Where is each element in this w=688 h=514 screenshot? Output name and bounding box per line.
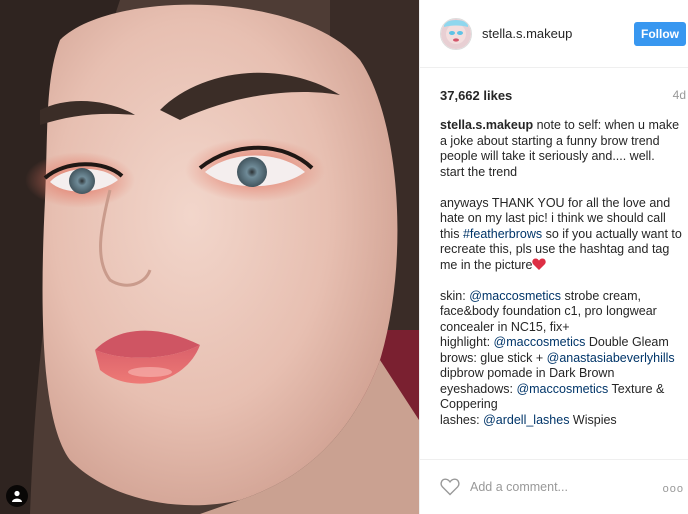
caption-skin: skin: @maccosmetics strobe cream, face&b… — [440, 289, 682, 336]
caption-paragraph-2: anyways THANK YOU for all the love and h… — [440, 196, 682, 274]
skin-label: skin: — [440, 288, 470, 303]
likes-count[interactable]: 37,662 likes — [440, 88, 512, 103]
more-options-icon[interactable]: ooo — [663, 483, 684, 495]
portrait-image — [0, 0, 419, 514]
caption-lashes: lashes: @ardell_lashes Wispies — [440, 413, 682, 429]
caption-brows: brows: glue stick + @anastasiabeverlyhil… — [440, 351, 682, 382]
caption-author-link[interactable]: stella.s.makeup — [440, 118, 533, 132]
tagged-people-button[interactable] — [6, 485, 28, 507]
brows-text: dipbrow pomade in Dark Brown — [440, 366, 615, 380]
likes-row: 37,662 likes 4d — [440, 86, 686, 104]
mention-link[interactable]: @maccosmetics — [516, 382, 608, 396]
comment-row: Add a comment... ooo — [420, 459, 688, 514]
highlight-text: Double Gleam — [585, 335, 669, 349]
comment-input[interactable]: Add a comment... — [470, 480, 688, 494]
mention-link[interactable]: @maccosmetics — [469, 289, 561, 303]
brows-label: brows: glue stick + — [440, 350, 547, 365]
post-header: stella.s.makeup Follow — [420, 0, 688, 68]
caption-paragraph-1: stella.s.makeup note to self: when u mak… — [440, 118, 682, 180]
hashtag-link[interactable]: #featherbrows — [463, 227, 542, 241]
lashes-text: Wispies — [569, 412, 617, 427]
avatar-image — [441, 18, 471, 49]
heart-like-icon[interactable] — [440, 478, 460, 496]
post-side-panel: stella.s.makeup Follow 37,662 likes 4d s… — [419, 0, 688, 514]
highlight-label: highlight: — [440, 335, 494, 349]
follow-button[interactable]: Follow — [634, 22, 686, 46]
mention-link[interactable]: @maccosmetics — [494, 335, 586, 349]
username-link[interactable]: stella.s.makeup — [482, 26, 572, 41]
red-heart-icon — [532, 258, 547, 270]
eyeshadows-label: eyeshadows: — [440, 381, 517, 396]
caption-eyeshadows: eyeshadows: @maccosmetics Texture & Copp… — [440, 382, 682, 413]
lashes-label: lashes: — [440, 412, 484, 427]
person-tag-icon — [12, 490, 22, 502]
caption-highlight: highlight: @maccosmetics Double Gleam — [440, 335, 682, 351]
avatar[interactable] — [440, 17, 472, 50]
mention-link[interactable]: @anastasiabeverlyhills — [547, 351, 675, 365]
mention-link[interactable]: @ardell_lashes — [483, 413, 569, 427]
post-time[interactable]: 4d — [673, 88, 686, 102]
post-photo[interactable] — [0, 0, 419, 514]
caption: stella.s.makeup note to self: when u mak… — [440, 118, 682, 457]
instagram-post: stella.s.makeup Follow 37,662 likes 4d s… — [0, 0, 688, 514]
